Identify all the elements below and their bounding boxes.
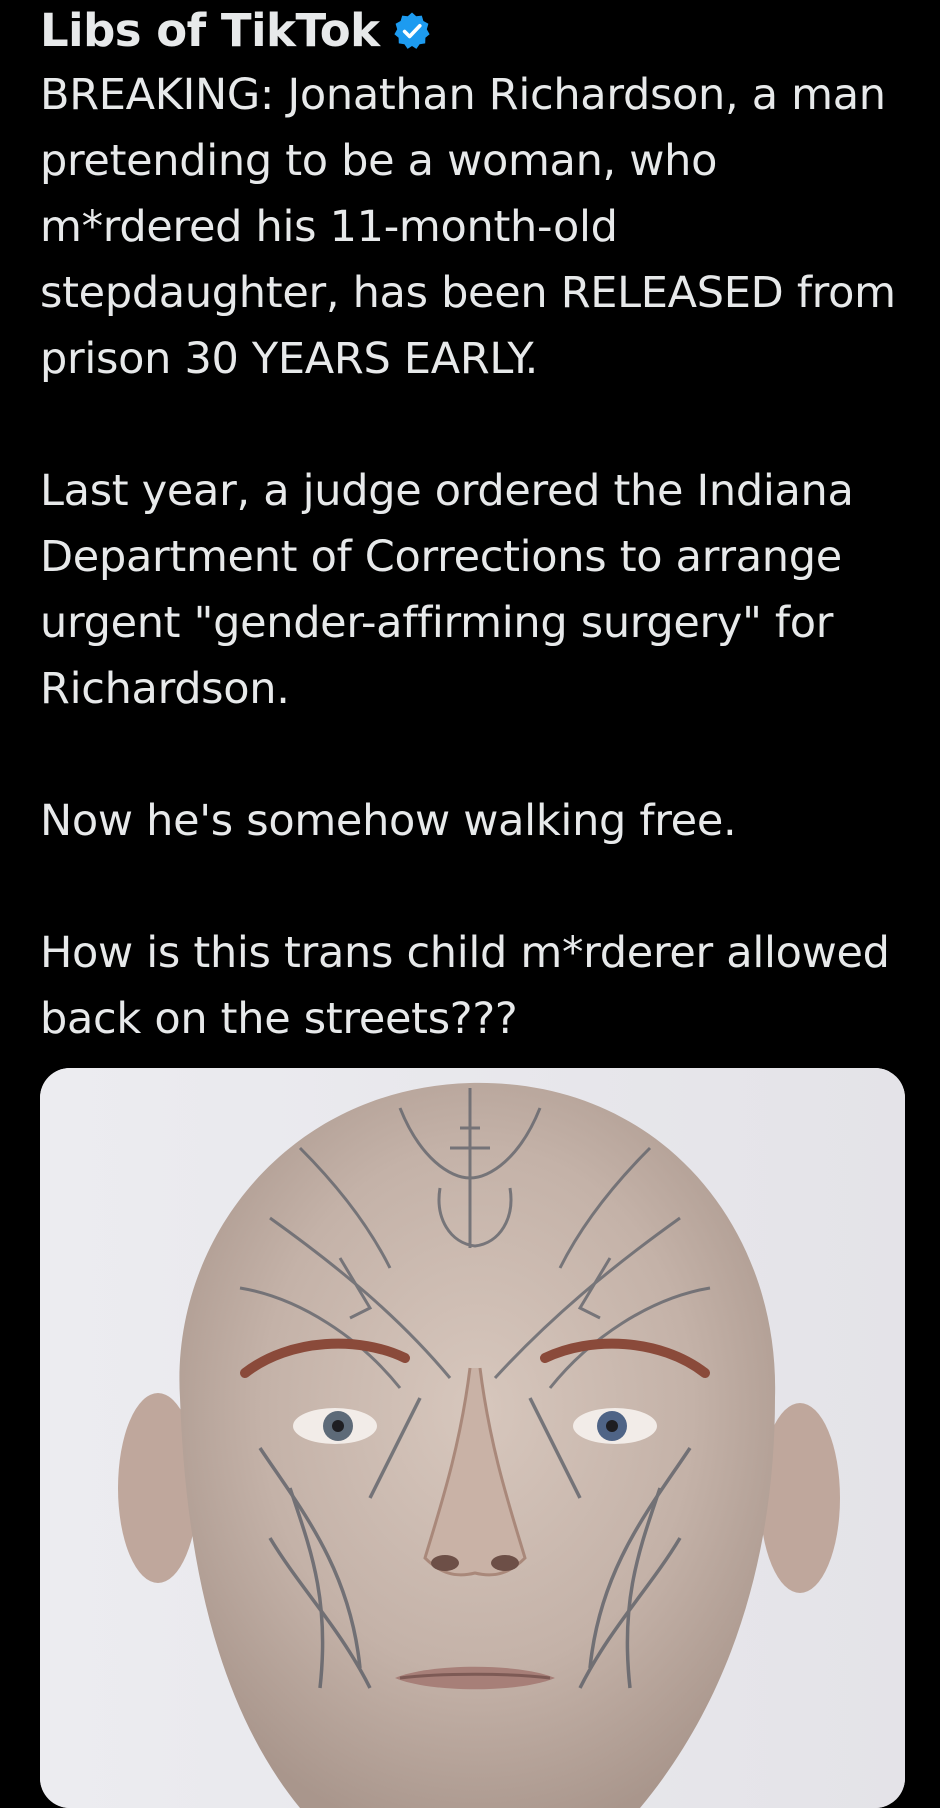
verified-badge-icon[interactable] <box>392 11 432 51</box>
post-paragraph-3: Now he's somehow walking free. <box>40 796 737 846</box>
post-paragraph-2: Last year, a judge ordered the Indiana D… <box>40 466 867 714</box>
post-header: Libs of TikTok <box>40 0 905 62</box>
post-paragraph-1: BREAKING: Jonathan Richardson, a man pre… <box>40 70 910 384</box>
author-display-name[interactable]: Libs of TikTok <box>40 0 380 62</box>
post-paragraph-4: How is this trans child m*rderer allowed… <box>40 928 904 1044</box>
post[interactable]: Libs of TikTok BREAKING: Jonathan Richar… <box>40 0 905 1052</box>
post-text: BREAKING: Jonathan Richardson, a man pre… <box>40 62 905 1052</box>
post-photo[interactable] <box>40 1068 905 1808</box>
mugshot-photo-illustration <box>40 1068 905 1808</box>
